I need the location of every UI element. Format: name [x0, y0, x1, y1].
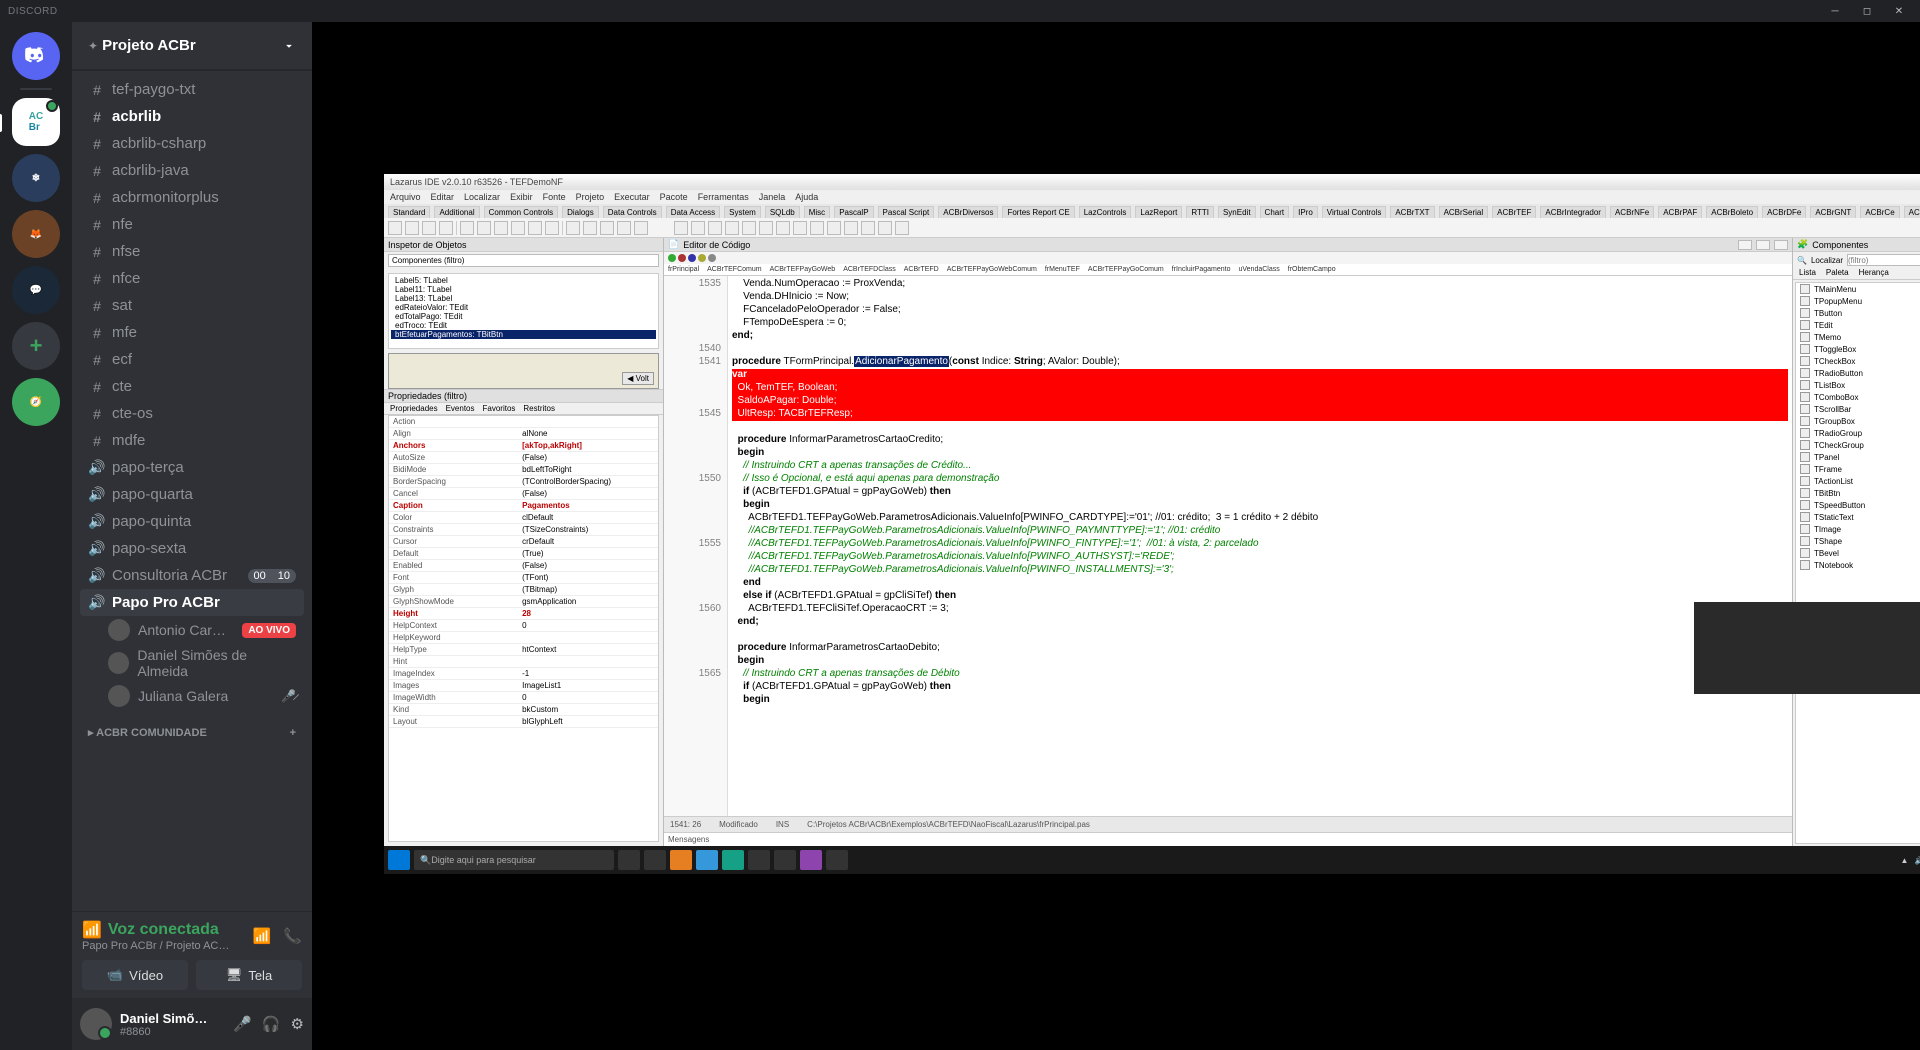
win-maximize[interactable]: ◻ — [1854, 2, 1880, 20]
noise-suppress-icon[interactable]: 📶 — [253, 927, 272, 945]
object-inspector-title: Inspetor de Objetos — [384, 238, 663, 252]
disconnect-icon[interactable]: 📞 — [283, 927, 302, 945]
editor-title: 📄Editor de Código — [664, 238, 1792, 252]
chevron-down-icon — [282, 39, 296, 53]
user-footer: Daniel Simõ… #8860 🎤 🎧 ⚙ — [72, 998, 312, 1050]
server-icon[interactable]: 💬 — [12, 266, 60, 314]
voice-member[interactable]: Juliana Galera🎤̷ — [80, 682, 304, 710]
editor-min[interactable] — [1738, 240, 1752, 250]
voice-papo-quinta[interactable]: 🔊papo-quinta — [80, 508, 304, 535]
ide-toolbar[interactable] — [384, 218, 1920, 238]
props-title: Propriedades (filtro) — [384, 389, 663, 403]
add-server-button[interactable]: + — [12, 322, 60, 370]
palette-tabs[interactable]: ListaPaletaHerança — [1793, 268, 1920, 280]
channel-mfe[interactable]: #mfe — [80, 319, 304, 346]
form-designer[interactable]: ◀ Volt — [388, 353, 659, 389]
category-header[interactable]: ▸ ACBR COMUNIDADE+ — [80, 710, 304, 743]
channel-ecf[interactable]: #ecf — [80, 346, 304, 373]
editor-breadcrumb[interactable]: frPrincipalACBrTEFComumACBrTEFPayGoWebAC… — [664, 264, 1792, 276]
voice-member[interactable]: Daniel Simões de Almeida — [80, 644, 304, 682]
channel-cte-os[interactable]: #cte-os — [80, 400, 304, 427]
deafen-icon[interactable]: 🎧 — [262, 1015, 281, 1033]
add-channel-icon[interactable]: + — [290, 727, 296, 739]
win-close[interactable]: ✕ — [1886, 2, 1912, 20]
settings-icon[interactable]: ⚙ — [291, 1015, 304, 1033]
explore-button[interactable]: 🧭 — [12, 378, 60, 426]
ide-component-tabs[interactable]: StandardAdditionalCommon ControlsDialogs… — [384, 204, 1920, 218]
code-editor[interactable]: Venda.NumOperacao := ProxVenda; Venda.DH… — [728, 276, 1792, 816]
voice-status: 📶Voz conectada — [82, 920, 229, 940]
editor-close[interactable] — [1774, 240, 1788, 250]
channel-acbrlib[interactable]: #acbrlib — [80, 103, 304, 130]
user-name: Daniel Simõ… — [120, 1011, 207, 1026]
app-title: DISCORD — [8, 6, 58, 17]
mute-icon[interactable]: 🎤 — [233, 1015, 252, 1033]
server-rail: ACBr ❄ 🦊 💬 + 🧭 — [0, 22, 72, 1050]
palette-title: 🧩Componentes — [1793, 238, 1920, 252]
channel-sat[interactable]: #sat — [80, 292, 304, 319]
server-acbr[interactable]: ACBr — [12, 98, 60, 146]
channel-nfce[interactable]: #nfce — [80, 265, 304, 292]
code-gutter[interactable]: 15351540154115451550155515601565 — [664, 276, 728, 816]
channel-acbrlib-csharp[interactable]: #acbrlib-csharp — [80, 130, 304, 157]
video-button[interactable]: 📹 Vídeo — [82, 960, 188, 990]
screen-button[interactable]: 🖥 Tela — [196, 960, 302, 990]
voice-Papo Pro ACBr[interactable]: 🔊Papo Pro ACBr — [80, 589, 304, 616]
channel-sidebar: ✦ Projeto ACBr #tef-paygo-txt#acbrlib#ac… — [72, 22, 312, 1050]
voice-papo-quarta[interactable]: 🔊papo-quarta — [80, 481, 304, 508]
screen-share: Lazarus IDE v2.0.10 r63526 - TEFDemoNF A… — [384, 174, 1920, 874]
windows-taskbar[interactable]: 🔍 Digite aqui para pesquisar ▲🔊📶PTB03/02… — [384, 846, 1920, 874]
channel-nfe[interactable]: #nfe — [80, 211, 304, 238]
voice-sub: Papo Pro ACBr / Projeto AC… — [82, 940, 229, 952]
channel-tef-paygo-txt[interactable]: #tef-paygo-txt — [80, 76, 304, 103]
palette-filter[interactable] — [1847, 254, 1920, 266]
task-search[interactable]: 🔍 Digite aqui para pesquisar — [414, 850, 614, 870]
channel-cte[interactable]: #cte — [80, 373, 304, 400]
editor-status: 1541: 26 Modificado INS C:\Projetos ACBr… — [664, 816, 1792, 832]
messages-pane[interactable]: Mensagens — [664, 832, 1792, 846]
server-header[interactable]: ✦ Projeto ACBr — [72, 22, 312, 70]
home-button[interactable] — [12, 32, 60, 80]
start-button[interactable] — [388, 850, 410, 870]
server-icon[interactable]: ❄ — [12, 154, 60, 202]
win-minimize[interactable]: ─ — [1822, 2, 1848, 20]
channel-nfse[interactable]: #nfse — [80, 238, 304, 265]
channel-acbrmonitorplus[interactable]: #acbrmonitorplus — [80, 184, 304, 211]
ide-menu[interactable]: ArquivoEditarLocalizarExibirFonteProjeto… — [384, 190, 1920, 204]
avatar[interactable] — [80, 1008, 112, 1040]
voice-papo-sexta[interactable]: 🔊papo-sexta — [80, 535, 304, 562]
property-grid[interactable]: ActionAlignalNoneAnchors[akTop,akRight]A… — [388, 415, 659, 842]
pip-preview[interactable] — [1694, 602, 1920, 694]
channel-mdfe[interactable]: #mdfe — [80, 427, 304, 454]
voice-member[interactable]: Antonio Car…AO VIVO — [80, 616, 304, 644]
palette-list[interactable]: TMainMenuTPopupMenuTButtonTEditTMemoTTog… — [1795, 282, 1920, 844]
channel-acbrlib-java[interactable]: #acbrlib-java — [80, 157, 304, 184]
component-tree[interactable]: Label5: TLabelLabel11: TLabelLabel13: TL… — [388, 273, 659, 349]
voice-papo-terça[interactable]: 🔊papo-terça — [80, 454, 304, 481]
component-combo[interactable]: Componentes (filtro) — [388, 254, 659, 267]
editor-toolbar[interactable] — [664, 252, 1792, 264]
user-tag: #8860 — [120, 1026, 207, 1038]
ide-titlebar: Lazarus IDE v2.0.10 r63526 - TEFDemoNF — [384, 174, 1920, 190]
editor-max[interactable] — [1756, 240, 1770, 250]
prop-tabs[interactable]: PropriedadesEventosFavoritosRestritos — [384, 403, 663, 415]
voice-Consultoria ACBr[interactable]: 🔊Consultoria ACBr0010 — [80, 562, 304, 589]
main-stage: Lazarus IDE v2.0.10 r63526 - TEFDemoNF A… — [312, 22, 1920, 1050]
server-icon[interactable]: 🦊 — [12, 210, 60, 258]
